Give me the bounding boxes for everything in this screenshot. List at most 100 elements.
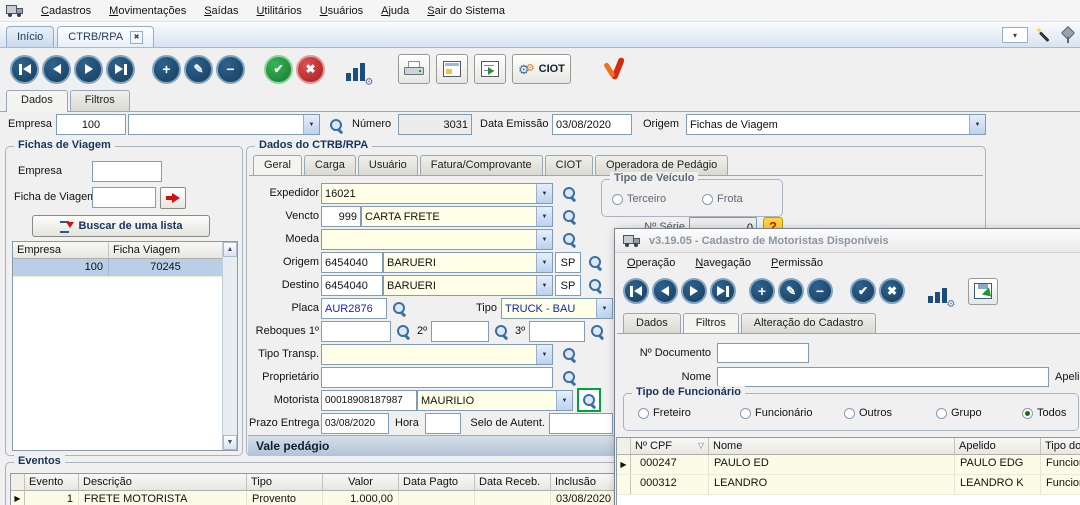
motorista-combo[interactable]: MAURILIO ▼ xyxy=(417,390,573,411)
tipo-transp-combo[interactable]: ▼ xyxy=(321,344,553,365)
destino-code-field[interactable] xyxy=(321,275,383,296)
placa-search-button[interactable] xyxy=(389,298,409,318)
popup-cancel-button[interactable]: ✖ xyxy=(879,278,905,304)
expedidor-combo[interactable]: 16021 ▼ xyxy=(321,183,553,204)
column-header-descricao[interactable]: Descrição xyxy=(79,474,247,490)
tipo-transp-search-button[interactable] xyxy=(559,344,579,364)
proprietario-search-button[interactable] xyxy=(559,367,579,387)
column-header-data-pagto[interactable]: Data Pagto xyxy=(399,474,475,490)
destino-uf-field[interactable] xyxy=(555,275,581,296)
tab-carga[interactable]: Carga xyxy=(304,155,356,175)
popup-edit-button[interactable]: ✎ xyxy=(778,278,804,304)
nav-next-button[interactable] xyxy=(74,55,103,84)
vencto-code-field[interactable] xyxy=(321,206,361,227)
fichas-grid-scrollbar[interactable]: ▲ ▼ xyxy=(222,242,237,450)
origem-code-field[interactable] xyxy=(321,252,383,273)
dropdown-icon[interactable]: ▼ xyxy=(556,391,572,410)
menu-utilitarios[interactable]: Utilitários xyxy=(247,1,310,21)
tab-ciot[interactable]: CIOT xyxy=(545,155,593,175)
radio-terceiro[interactable]: Terceiro xyxy=(612,193,666,205)
pin-icon[interactable] xyxy=(1060,27,1074,43)
placa-field[interactable] xyxy=(321,298,387,319)
popup-add-button[interactable]: + xyxy=(749,278,775,304)
popup-chart-button[interactable]: ⚙ xyxy=(920,275,954,307)
dropdown-icon[interactable]: ▼ xyxy=(596,299,612,318)
dropdown-icon[interactable]: ▼ xyxy=(536,184,552,203)
popup-tab-dados[interactable]: Dados xyxy=(623,313,681,333)
radio-funcionario[interactable]: Funcionário xyxy=(740,407,812,419)
ficha-import-button[interactable] xyxy=(160,187,186,209)
motorista-row[interactable]: ▶ 000247 PAULO ED PAULO EDG Funcionári xyxy=(617,455,1080,475)
numero-field[interactable] xyxy=(398,114,472,135)
origem-header-combo[interactable]: Fichas de Viagem ▼ xyxy=(686,114,986,135)
expedidor-search-button[interactable] xyxy=(559,183,579,203)
destino-city-combo[interactable]: BARUERI ▼ xyxy=(383,275,553,296)
dropdown-icon[interactable]: ▼ xyxy=(536,276,552,295)
tab-fatura-comprovante[interactable]: Fatura/Comprovante xyxy=(420,155,543,175)
popup-nav-first-button[interactable] xyxy=(623,278,649,304)
tab-inicio[interactable]: Início xyxy=(6,26,54,47)
export-button[interactable] xyxy=(474,54,506,84)
dropdown-icon[interactable]: ▼ xyxy=(536,207,552,226)
reboque2-search-button[interactable] xyxy=(491,321,511,341)
popup-save-button[interactable] xyxy=(968,278,998,305)
nav-last-button[interactable] xyxy=(106,55,135,84)
header-search-button[interactable] xyxy=(326,115,346,135)
motorista-search-button[interactable] xyxy=(579,390,599,410)
column-header-evento[interactable]: Evento xyxy=(25,474,79,490)
menu-cadastros[interactable]: Cadastros xyxy=(32,1,100,21)
vencto-search-button[interactable] xyxy=(559,206,579,226)
column-header-ficha-viagem[interactable]: Ficha Viagem xyxy=(109,242,222,258)
origem-search-button[interactable] xyxy=(585,252,605,272)
dropdown-icon[interactable]: ▼ xyxy=(969,115,985,134)
selo-field[interactable] xyxy=(549,413,613,434)
popup-menu-operacao[interactable]: Operação xyxy=(617,254,685,272)
popup-confirm-button[interactable]: ✔ xyxy=(850,278,876,304)
motorista-code-field[interactable] xyxy=(321,390,417,411)
popup-tab-alteracao[interactable]: Alteração do Cadastro xyxy=(741,313,876,333)
popup-menu-navegacao[interactable]: Navegação xyxy=(685,254,761,272)
column-header-nome[interactable]: Nome xyxy=(709,438,955,454)
documento-field[interactable] xyxy=(717,343,809,363)
reboque1-search-button[interactable] xyxy=(393,321,413,341)
menu-saidas[interactable]: Saídas xyxy=(195,1,247,21)
column-header-tipo-funcionario[interactable]: Tipo do Fu xyxy=(1041,438,1080,454)
reboque1-field[interactable] xyxy=(321,321,391,342)
edit-button[interactable]: ✎ xyxy=(184,55,213,84)
print-button[interactable] xyxy=(398,54,430,84)
calc-button[interactable] xyxy=(436,54,468,84)
chart-button[interactable]: ⚙ xyxy=(338,53,372,85)
tab-filtros[interactable]: Filtros xyxy=(70,90,130,111)
tipo-veiculo-combo[interactable]: TRUCK - BAU ▼ xyxy=(501,298,613,319)
origem-city-combo[interactable]: BARUERI ▼ xyxy=(383,252,553,273)
popup-delete-button[interactable]: − xyxy=(807,278,833,304)
dropdown-icon[interactable]: ▼ xyxy=(303,115,319,134)
radio-outros[interactable]: Outros xyxy=(844,407,892,419)
view-dropdown[interactable]: ▾ xyxy=(1002,27,1028,43)
data-emissao-field[interactable] xyxy=(552,114,632,135)
radio-todos[interactable]: Todos xyxy=(1022,407,1066,419)
delete-button[interactable]: − xyxy=(216,55,245,84)
wand-icon[interactable] xyxy=(1036,27,1052,43)
tab-geral[interactable]: Geral xyxy=(253,155,302,175)
menu-ajuda[interactable]: Ajuda xyxy=(372,1,418,21)
fichas-grid-row[interactable]: 100 70245 xyxy=(13,259,222,277)
radio-grupo[interactable]: Grupo xyxy=(936,407,982,419)
menu-sair-do-sistema[interactable]: Sair do Sistema xyxy=(418,1,514,21)
moeda-combo[interactable]: ▼ xyxy=(321,229,553,250)
dropdown-icon[interactable]: ▼ xyxy=(536,253,552,272)
scroll-up-icon[interactable]: ▲ xyxy=(223,242,237,257)
hora-field[interactable] xyxy=(425,413,461,434)
column-header-valor[interactable]: Valor xyxy=(323,474,399,490)
scroll-down-icon[interactable]: ▼ xyxy=(223,435,237,450)
popup-nav-next-button[interactable] xyxy=(681,278,707,304)
nav-prev-button[interactable] xyxy=(42,55,71,84)
popup-tab-filtros[interactable]: Filtros xyxy=(683,313,739,333)
popup-nav-last-button[interactable] xyxy=(710,278,736,304)
nav-first-button[interactable] xyxy=(10,55,39,84)
dropdown-icon[interactable]: ▼ xyxy=(536,345,552,364)
proprietario-field[interactable] xyxy=(321,367,553,388)
destino-search-button[interactable] xyxy=(585,275,605,295)
column-header-apelido[interactable]: Apelido xyxy=(955,438,1041,454)
origem-uf-field[interactable] xyxy=(555,252,581,273)
